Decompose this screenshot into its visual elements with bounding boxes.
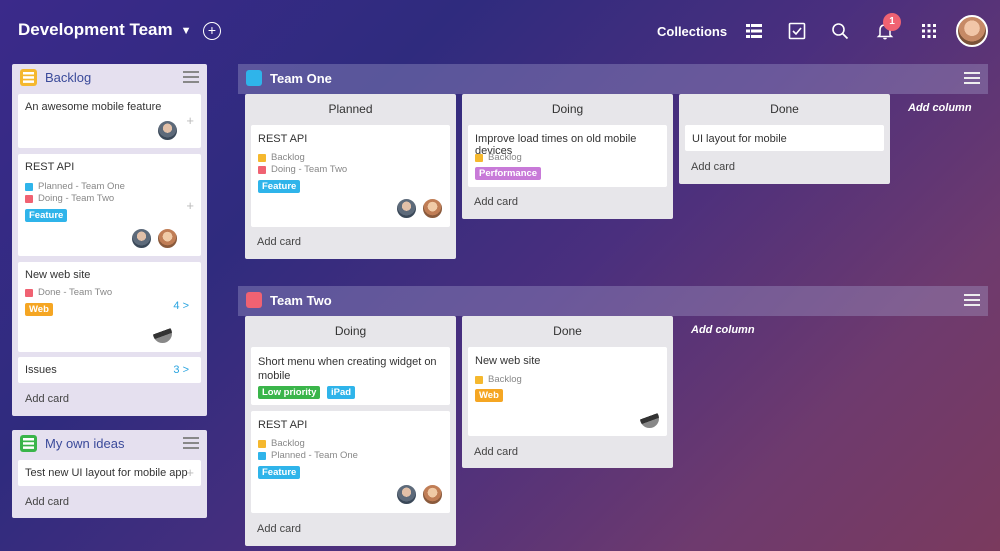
board-header: Team One (238, 64, 988, 94)
widget-list-icon (20, 68, 37, 86)
list-item[interactable]: An awesome mobile feature + (18, 94, 201, 148)
apps-grid-icon[interactable] (920, 22, 938, 40)
add-icon[interactable]: + (186, 465, 194, 480)
column-title[interactable]: Done (462, 316, 673, 344)
widget-list-icon (20, 434, 37, 452)
list-item[interactable]: Test new UI layout for mobile app + (18, 460, 201, 486)
board-icon (246, 70, 262, 86)
widget-title[interactable]: My own ideas (45, 436, 124, 451)
add-circle-icon[interactable]: + (203, 22, 221, 40)
avatar (422, 198, 443, 219)
tag-badge: Low priority (258, 386, 321, 399)
menu-icon[interactable] (183, 71, 199, 83)
card[interactable]: REST API Backlog Doing - Team Two Featur… (251, 125, 450, 227)
add-card-button[interactable]: Add card (257, 236, 301, 248)
list-item[interactable]: New web site Done - Team Two Web 4 > (18, 262, 201, 352)
card[interactable]: New web site Backlog Web (468, 347, 667, 436)
top-bar: Development Team ▼ + Collections 1 (0, 0, 1000, 62)
board-header: Team Two (238, 286, 988, 316)
team-selector[interactable]: Development Team ▼ (18, 20, 192, 40)
board-title[interactable]: Team One (270, 71, 332, 86)
avatar (157, 228, 178, 249)
column: Planned REST API Backlog Doing - Team Tw… (245, 94, 456, 259)
team-name: Development Team (18, 20, 173, 39)
add-card-button[interactable]: Add card (691, 161, 735, 173)
count-link[interactable]: 4 > (173, 300, 189, 312)
avatar (152, 323, 173, 344)
column-title[interactable]: Doing (245, 316, 456, 344)
add-card-button[interactable]: Add card (257, 523, 301, 535)
widget-header: My own ideas (12, 430, 207, 456)
avatar (157, 120, 178, 141)
avatar (639, 408, 660, 429)
user-avatar[interactable] (956, 15, 988, 47)
board-icon (246, 292, 262, 308)
column-title[interactable]: Done (679, 94, 890, 122)
board-title[interactable]: Team Two (270, 293, 332, 308)
avatar (396, 198, 417, 219)
add-icon[interactable]: + (186, 198, 194, 213)
widget-title[interactable]: Backlog (45, 70, 91, 85)
column-title[interactable]: Doing (462, 94, 673, 122)
tag-badge: iPad (327, 386, 356, 399)
avatar (396, 484, 417, 505)
column: Done New web site Backlog Web Add card (462, 316, 673, 468)
add-card-button[interactable]: Add card (474, 446, 518, 458)
tag-badge: Performance (475, 167, 542, 180)
own-ideas-widget: My own ideas Test new UI layout for mobi… (12, 430, 207, 518)
card[interactable]: UI layout for mobile (685, 125, 884, 151)
column: Doing Improve load times on old mobile d… (462, 94, 673, 219)
count-link[interactable]: 3 > (173, 364, 189, 376)
notification-badge[interactable]: 1 (883, 13, 901, 31)
chevron-down-icon: ▼ (180, 25, 192, 37)
list-item[interactable]: Issues 3 > (18, 357, 201, 383)
tag-badge: Feature (258, 466, 301, 479)
add-column-button[interactable]: Add column (691, 324, 755, 336)
tag-badge: Web (25, 303, 53, 316)
add-icon[interactable]: + (186, 113, 194, 128)
menu-icon[interactable] (183, 437, 199, 449)
add-card-button[interactable]: Add card (25, 393, 69, 405)
card[interactable]: REST API Backlog Planned - Team One Feat… (251, 411, 450, 513)
menu-icon[interactable] (964, 294, 980, 306)
add-card-button[interactable]: Add card (25, 496, 69, 508)
list-item[interactable]: REST API Planned - Team One Doing - Team… (18, 154, 201, 256)
column: Done UI layout for mobile Add card (679, 94, 890, 184)
add-column-button[interactable]: Add column (908, 102, 972, 114)
list-view-icon[interactable] (745, 22, 763, 40)
checkbox-icon[interactable] (788, 22, 806, 40)
column: Doing Short menu when creating widget on… (245, 316, 456, 546)
search-icon[interactable] (831, 22, 849, 40)
widget-header: Backlog (12, 64, 207, 90)
backlog-widget: Backlog An awesome mobile feature + REST… (12, 64, 207, 416)
collections-link[interactable]: Collections (657, 24, 727, 39)
card[interactable]: Improve load times on old mobile devices… (468, 125, 667, 187)
add-card-button[interactable]: Add card (474, 196, 518, 208)
avatar (131, 228, 152, 249)
menu-icon[interactable] (964, 72, 980, 84)
avatar (422, 484, 443, 505)
column-title[interactable]: Planned (245, 94, 456, 122)
card[interactable]: Short menu when creating widget on mobil… (251, 347, 450, 405)
tag-badge: Web (475, 389, 503, 402)
tag-badge: Feature (258, 180, 301, 193)
tag-badge: Feature (25, 209, 68, 222)
